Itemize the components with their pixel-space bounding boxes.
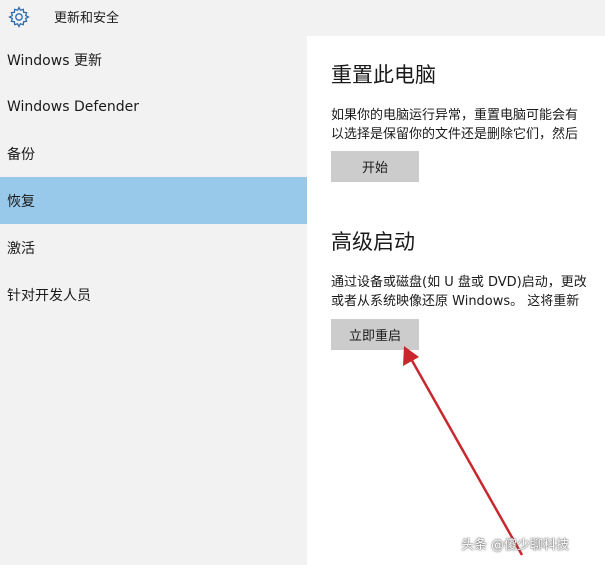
advanced-startup-description-line-1: 通过设备或磁盘(如 U 盘或 DVD)启动，更改 [331, 275, 587, 290]
sidebar-item-for-developers[interactable]: 针对开发人员 [0, 271, 307, 318]
reset-pc-description-line-1: 如果你的电脑运行异常，重置电脑可能会有 [331, 108, 579, 123]
sidebar-item-label: Windows Defender [7, 98, 140, 115]
sidebar-item-windows-defender[interactable]: Windows Defender [0, 83, 307, 130]
sidebar-item-label: 备份 [7, 146, 35, 163]
sidebar: Windows 更新 Windows Defender 备份 恢复 激活 针对开… [0, 36, 307, 565]
sidebar-item-label: 恢复 [7, 193, 35, 210]
watermark-text: 头条 @傻少聊科技 [461, 538, 570, 553]
sidebar-item-label: 针对开发人员 [7, 287, 91, 304]
sidebar-item-label: Windows 更新 [7, 52, 102, 69]
sidebar-item-label: 激活 [7, 240, 35, 257]
sidebar-item-backup[interactable]: 备份 [0, 130, 307, 177]
reset-pc-description-line-2: 以选择是保留你的文件还是删除它们，然后 [331, 127, 579, 142]
title-bar: 更新和安全 [0, 0, 605, 36]
gear-icon[interactable] [7, 5, 31, 29]
sidebar-item-activation[interactable]: 激活 [0, 224, 307, 271]
sidebar-item-recovery[interactable]: 恢复 [0, 177, 307, 224]
main-content: 重置此电脑 如果你的电脑运行异常，重置电脑可能会有 以选择是保留你的文件还是删除… [307, 36, 605, 565]
sidebar-item-windows-update[interactable]: Windows 更新 [0, 36, 307, 83]
advanced-startup-description-line-2: 或者从系统映像还原 Windows。 这将重新 [331, 294, 580, 309]
start-reset-button[interactable]: 开始 [331, 151, 419, 182]
reset-pc-title: 重置此电脑 [331, 63, 436, 87]
advanced-startup-title: 高级启动 [331, 230, 415, 254]
watermark: 头条 @傻少聊科技 [461, 534, 569, 553]
page-title: 更新和安全 [54, 11, 120, 26]
restart-now-button[interactable]: 立即重启 [331, 319, 419, 350]
